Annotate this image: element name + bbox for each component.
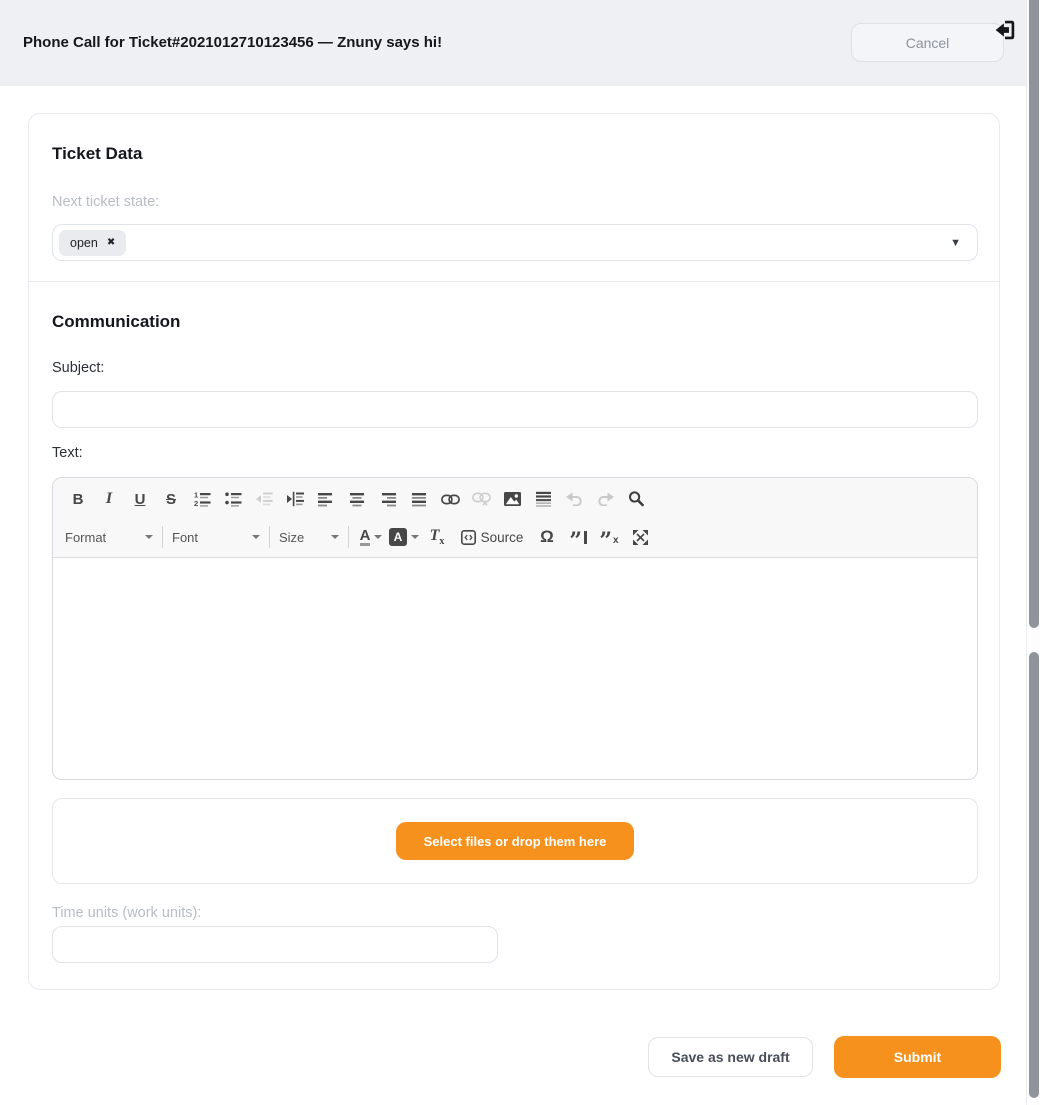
- attachment-dropzone[interactable]: Select files or drop them here: [52, 798, 978, 884]
- select-files-button-label: Select files or drop them here: [424, 834, 607, 849]
- scrollbar-thumb-top[interactable]: [1029, 0, 1039, 628]
- text-label: Text:: [52, 445, 83, 461]
- find-icon[interactable]: [623, 486, 649, 512]
- select-files-button[interactable]: Select files or drop them here: [396, 822, 634, 860]
- save-draft-button-label: Save as new draft: [671, 1049, 789, 1065]
- horizontal-rule-icon[interactable]: [530, 486, 556, 512]
- unlink-icon[interactable]: [468, 486, 494, 512]
- phone-call-popup: Phone Call for Ticket#2021012710123456 —…: [0, 0, 1040, 1105]
- font-dropdown[interactable]: Font: [172, 524, 260, 550]
- subject-input[interactable]: [52, 391, 978, 428]
- page-title: Phone Call for Ticket#2021012710123456 —…: [23, 34, 442, 51]
- align-left-icon[interactable]: [313, 486, 339, 512]
- editor-content[interactable]: [53, 558, 977, 780]
- toolbar-row-1: B I U S 12: [65, 480, 977, 518]
- remove-state-icon[interactable]: ✖: [107, 237, 115, 248]
- selected-state-tag: open ✖: [59, 230, 126, 256]
- svg-text:2: 2: [194, 499, 198, 507]
- align-center-icon[interactable]: [344, 486, 370, 512]
- editor-toolbar: B I U S 12: [53, 478, 977, 558]
- submit-button-label: Submit: [894, 1049, 941, 1065]
- toolbar-row-2: Format Font Size A: [65, 518, 977, 556]
- bold-icon[interactable]: B: [65, 486, 91, 512]
- next-ticket-state-label: Next ticket state:: [52, 194, 159, 210]
- strikethrough-icon[interactable]: S: [158, 486, 184, 512]
- save-draft-button[interactable]: Save as new draft: [648, 1037, 813, 1077]
- font-dropdown-label: Font: [172, 530, 198, 545]
- insert-quote-icon[interactable]: ”: [565, 524, 591, 550]
- form-card: Ticket Data Next ticket state: open ✖ ▼ …: [28, 113, 1000, 990]
- close-popup-icon[interactable]: [994, 19, 1016, 41]
- cancel-button-label: Cancel: [906, 35, 950, 51]
- chevron-down-icon: [145, 535, 153, 539]
- source-button[interactable]: Source: [455, 524, 529, 550]
- numbered-list-icon[interactable]: 12: [189, 486, 215, 512]
- time-units-label: Time units (work units):: [52, 905, 201, 921]
- chevron-down-icon: [252, 535, 260, 539]
- size-dropdown-label: Size: [279, 530, 304, 545]
- text-color-icon[interactable]: A: [358, 524, 384, 550]
- decrease-indent-icon[interactable]: [251, 486, 277, 512]
- remove-quote-icon[interactable]: ” x: [596, 524, 622, 550]
- toolbar-separator: [162, 526, 163, 548]
- ticket-data-heading: Ticket Data: [52, 144, 142, 164]
- submit-button[interactable]: Submit: [834, 1036, 1001, 1078]
- bulleted-list-icon[interactable]: [220, 486, 246, 512]
- italic-icon[interactable]: I: [96, 486, 122, 512]
- communication-heading: Communication: [52, 312, 180, 332]
- richtext-editor: B I U S 12: [52, 477, 978, 780]
- scrollbar-thumb-bottom[interactable]: [1029, 652, 1039, 1098]
- image-icon[interactable]: [499, 486, 525, 512]
- popup-header: Phone Call for Ticket#2021012710123456 —…: [0, 0, 1026, 86]
- chevron-down-icon: [331, 535, 339, 539]
- maximize-icon[interactable]: [627, 524, 653, 550]
- background-color-icon[interactable]: A: [389, 524, 419, 550]
- subject-label: Subject:: [52, 360, 104, 376]
- redo-icon[interactable]: [592, 486, 618, 512]
- special-character-icon[interactable]: Ω: [534, 524, 560, 550]
- chevron-down-icon: [411, 535, 419, 539]
- link-icon[interactable]: [437, 486, 463, 512]
- source-button-label: Source: [481, 530, 524, 545]
- remove-format-icon[interactable]: Tx: [424, 524, 450, 550]
- section-divider: [29, 281, 999, 282]
- toolbar-separator: [269, 526, 270, 548]
- time-units-input[interactable]: [52, 926, 498, 963]
- cancel-button[interactable]: Cancel: [851, 23, 1004, 62]
- next-ticket-state-select[interactable]: open ✖ ▼: [52, 224, 978, 261]
- chevron-down-icon: [374, 535, 382, 539]
- chevron-down-icon[interactable]: ▼: [950, 237, 961, 249]
- align-right-icon[interactable]: [375, 486, 401, 512]
- underline-icon[interactable]: U: [127, 486, 153, 512]
- format-dropdown-label: Format: [65, 530, 106, 545]
- scrollbar-track[interactable]: [1026, 0, 1040, 1105]
- selected-state-label: open: [70, 236, 98, 250]
- justify-icon[interactable]: [406, 486, 432, 512]
- increase-indent-icon[interactable]: [282, 486, 308, 512]
- size-dropdown[interactable]: Size: [279, 524, 339, 550]
- undo-icon[interactable]: [561, 486, 587, 512]
- toolbar-separator: [348, 526, 349, 548]
- format-dropdown[interactable]: Format: [65, 524, 153, 550]
